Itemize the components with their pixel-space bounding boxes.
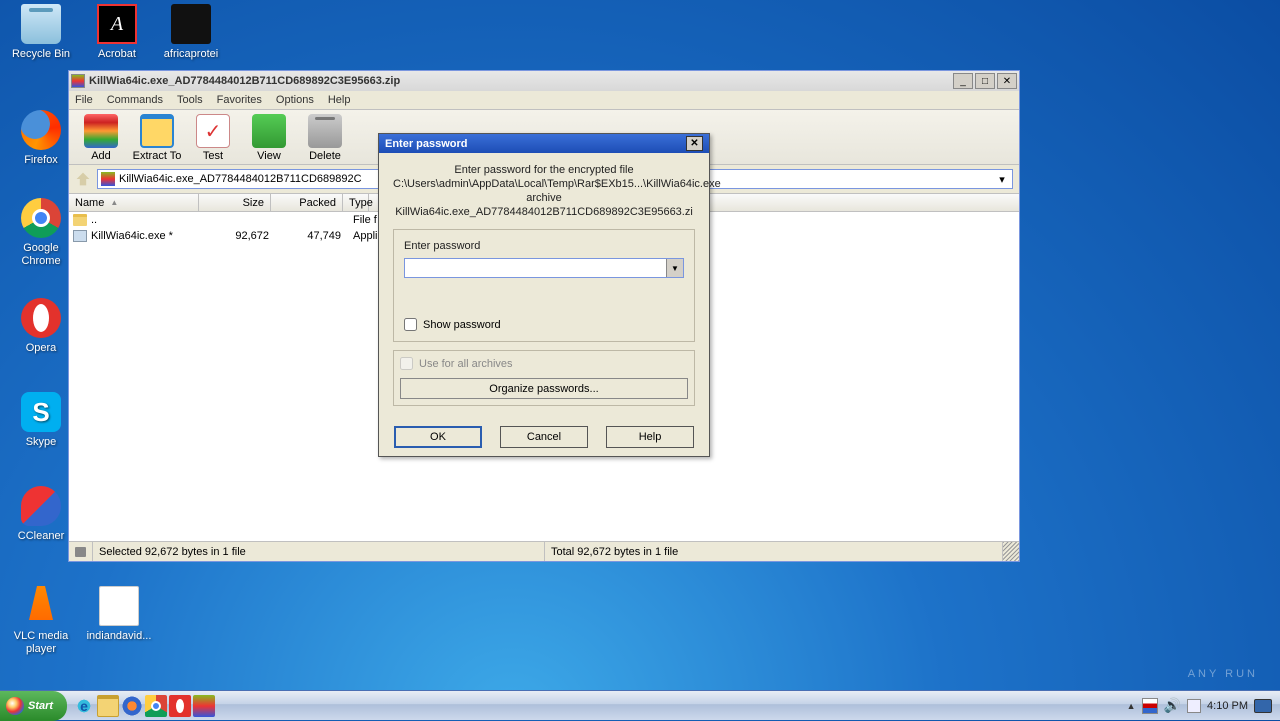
delete-icon	[308, 114, 342, 148]
acrobat-icon: A	[97, 4, 137, 44]
use-all-input	[400, 357, 413, 370]
winrar-app-icon	[71, 74, 85, 88]
help-button[interactable]: Help	[606, 426, 694, 448]
quick-launch-explorer[interactable]	[97, 695, 119, 717]
menu-file[interactable]: File	[75, 94, 93, 106]
toolbar-view[interactable]: View	[243, 114, 295, 164]
archives-group: Use for all archives Organize passwords.…	[393, 350, 695, 406]
toolbar-extract[interactable]: Extract To	[131, 114, 183, 164]
quick-launch-winrar[interactable]	[193, 695, 215, 717]
desktop-icon-firefox[interactable]: Firefox	[6, 110, 76, 167]
password-group: Enter password ▼ Show password	[393, 229, 695, 342]
sort-indicator-icon: ▲	[110, 198, 118, 207]
folder-icon	[171, 4, 211, 44]
system-tray: ▲ 🔊 4:10 PM	[1119, 691, 1280, 720]
cancel-button[interactable]: Cancel	[500, 426, 588, 448]
tray-show-desktop[interactable]	[1254, 699, 1272, 713]
password-label: Enter password	[404, 240, 684, 252]
desktop-icon-vlc[interactable]: VLC media player	[6, 586, 76, 656]
firefox-icon	[21, 110, 61, 150]
recycle-bin-icon	[21, 4, 61, 44]
exe-file-icon	[73, 230, 87, 242]
menu-commands[interactable]: Commands	[107, 94, 163, 106]
dialog-message: Enter password for the encrypted file C:…	[393, 163, 695, 219]
organize-passwords-button[interactable]: Organize passwords...	[400, 378, 688, 399]
desktop-icon-indiandavid[interactable]: indiandavid...	[84, 586, 154, 643]
menu-options[interactable]: Options	[276, 94, 314, 106]
taskbar: Start e ▲ 🔊 4:10 PM	[0, 690, 1280, 720]
ok-button[interactable]: OK	[394, 426, 482, 448]
menu-tools[interactable]: Tools	[177, 94, 203, 106]
quick-launch-opera[interactable]	[169, 695, 191, 717]
password-combo: ▼	[404, 258, 684, 278]
chrome-icon	[21, 198, 61, 238]
desktop-icon-opera[interactable]: Opera	[6, 298, 76, 355]
test-icon	[196, 114, 230, 148]
opera-icon	[21, 298, 61, 338]
resize-grip[interactable]	[1003, 542, 1019, 561]
path-dropdown[interactable]: ▾	[995, 173, 1009, 186]
quick-launch-chrome[interactable]	[145, 695, 167, 717]
tray-action-center-icon[interactable]	[1142, 698, 1158, 714]
status-total: Total 92,672 bytes in 1 file	[545, 542, 1003, 561]
add-icon	[84, 114, 118, 148]
desktop-icon-recycle-bin[interactable]: Recycle Bin	[6, 4, 76, 61]
maximize-button[interactable]: □	[975, 73, 995, 89]
tray-expand-icon[interactable]: ▲	[1127, 701, 1136, 711]
tray-flag-icon[interactable]	[1187, 699, 1201, 713]
password-dropdown[interactable]: ▼	[666, 259, 683, 277]
column-size[interactable]: Size	[199, 194, 271, 211]
dialog-titlebar[interactable]: Enter password ✕	[379, 134, 709, 153]
windows-logo-icon	[6, 697, 24, 715]
toolbar-delete[interactable]: Delete	[299, 114, 351, 164]
start-button[interactable]: Start	[0, 691, 67, 721]
toolbar-add[interactable]: Add	[75, 114, 127, 164]
use-all-checkbox: Use for all archives	[400, 357, 688, 370]
show-password-input[interactable]	[404, 318, 417, 331]
dialog-title: Enter password	[385, 138, 686, 150]
show-password-checkbox[interactable]: Show password	[404, 318, 684, 331]
desktop-icon-skype[interactable]: SSkype	[6, 392, 76, 449]
status-selected: Selected 92,672 bytes in 1 file	[93, 542, 545, 561]
password-input[interactable]	[405, 259, 666, 277]
text-file-icon	[99, 586, 139, 626]
quick-launch-media-player[interactable]	[121, 695, 143, 717]
folder-up-icon	[73, 214, 87, 226]
winrar-statusbar: Selected 92,672 bytes in 1 file Total 92…	[69, 541, 1019, 561]
desktop-icon-africaprotei[interactable]: africaprotei	[156, 4, 226, 61]
status-disk-icon[interactable]	[69, 542, 93, 561]
menu-help[interactable]: Help	[328, 94, 351, 106]
desktop-icon-ccleaner[interactable]: CCleaner	[6, 486, 76, 543]
column-name[interactable]: Name▲	[69, 194, 199, 211]
tray-clock[interactable]: 4:10 PM	[1207, 700, 1248, 712]
dialog-buttons: OK Cancel Help	[379, 426, 709, 456]
up-button[interactable]	[75, 171, 91, 187]
view-icon	[252, 114, 286, 148]
close-button[interactable]: ✕	[997, 73, 1017, 89]
column-type[interactable]: Type	[343, 194, 369, 211]
column-packed[interactable]: Packed	[271, 194, 343, 211]
skype-icon: S	[21, 392, 61, 432]
ccleaner-icon	[21, 486, 61, 526]
tray-volume-icon[interactable]: 🔊	[1164, 697, 1181, 714]
menu-favorites[interactable]: Favorites	[217, 94, 262, 106]
extract-icon	[140, 114, 174, 148]
winrar-titlebar[interactable]: KillWia64ic.exe_AD7784484012B711CD689892…	[69, 71, 1019, 91]
toolbar-test[interactable]: Test	[187, 114, 239, 164]
winrar-title: KillWia64ic.exe_AD7784484012B711CD689892…	[89, 75, 953, 87]
winrar-menubar: File Commands Tools Favorites Options He…	[69, 91, 1019, 110]
minimize-button[interactable]: _	[953, 73, 973, 89]
quick-launch: e	[73, 695, 215, 717]
desktop-icon-acrobat[interactable]: AAcrobat	[82, 4, 152, 61]
desktop-icon-chrome[interactable]: Google Chrome	[6, 198, 76, 268]
password-dialog: Enter password ✕ Enter password for the …	[378, 133, 710, 457]
quick-launch-ie[interactable]: e	[73, 695, 95, 717]
vlc-icon	[21, 586, 61, 626]
anyrun-watermark: ANY RUN	[1188, 668, 1258, 680]
dialog-close-button[interactable]: ✕	[686, 136, 703, 151]
archive-icon	[101, 172, 115, 186]
